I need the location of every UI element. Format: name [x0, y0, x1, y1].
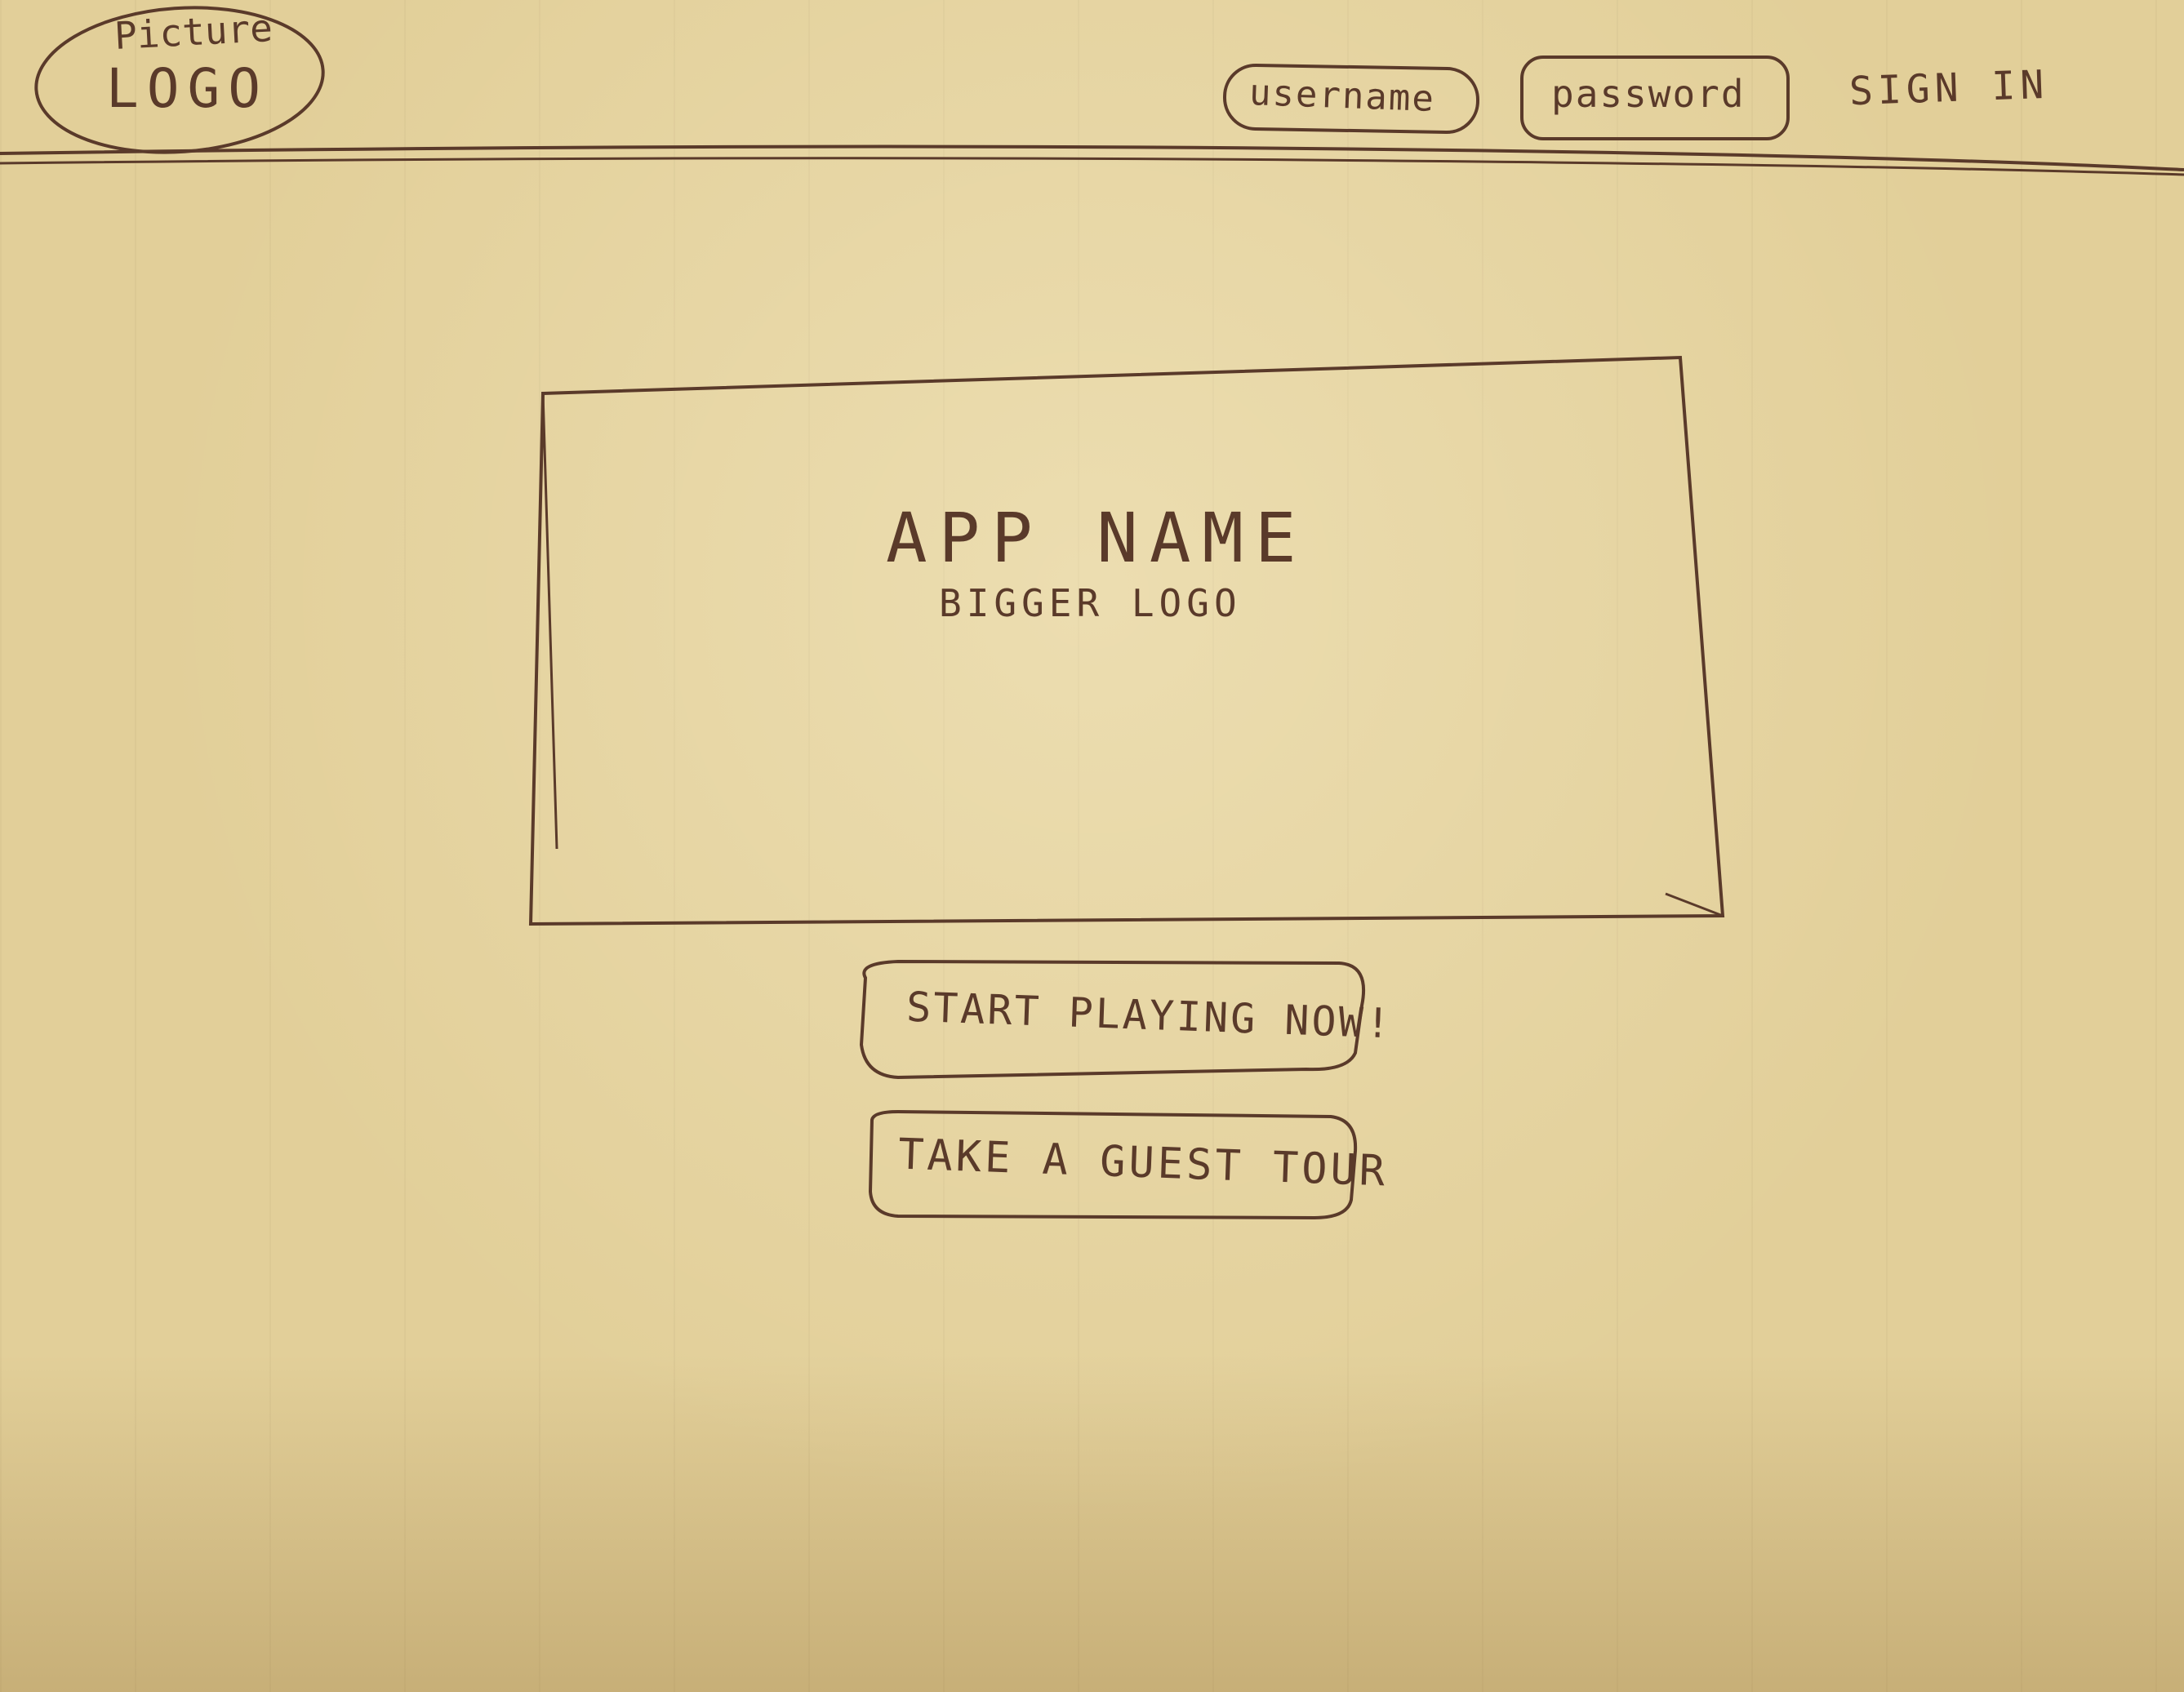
sign-in-link[interactable]: SIGN IN — [1848, 62, 2049, 114]
password-placeholder: password — [1551, 72, 1746, 116]
hero-box — [528, 355, 1725, 926]
sketch-lines — [0, 6, 2184, 1220]
logo[interactable]: LOGO — [106, 57, 269, 120]
app-name-title: APP NAME — [886, 498, 1308, 578]
logo-caption: Picture — [113, 5, 274, 59]
username-placeholder: username — [1248, 72, 1436, 120]
bigger-logo-caption: BIGGER LOGO — [939, 581, 1242, 625]
